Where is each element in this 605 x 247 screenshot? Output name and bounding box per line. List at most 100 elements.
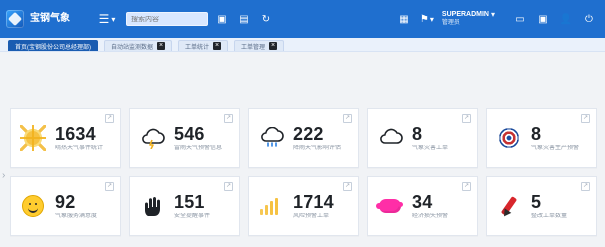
topbar-actions: ▦ ⚑ ▾ SUPERADMIN ▾ 管理员 ▭ ▣ 👤 ⏻ xyxy=(396,11,597,27)
pig-icon xyxy=(376,192,404,220)
open-icon[interactable]: ↗ xyxy=(224,114,233,123)
stat-card[interactable]: ↗ 34 经济损失预警 xyxy=(367,176,478,236)
stat-card[interactable]: ↗ 92 气象服务满意度 xyxy=(10,176,121,236)
user-name: SUPERADMIN xyxy=(441,11,489,18)
user-menu[interactable]: SUPERADMIN ▾ 管理员 xyxy=(442,11,495,27)
user-menu-caret-icon: ▾ xyxy=(490,10,495,19)
stat-meta: 8 气象灾害工单 xyxy=(412,125,448,152)
clipboard-icon: ▦ xyxy=(399,13,409,25)
stat-meta: 1634 晴热天气事件统计 xyxy=(55,125,103,152)
search-button[interactable]: ▣ xyxy=(214,11,230,27)
tab-home[interactable]: 首页(宝钢股份公司总经理部) × xyxy=(8,40,98,51)
open-icon[interactable]: ↗ xyxy=(462,114,471,123)
stat-label: 安全提醒事件 xyxy=(174,212,211,219)
smile-icon xyxy=(28,205,38,213)
grid-icon: ▣ xyxy=(538,13,548,25)
stat-value: 8 xyxy=(412,123,423,144)
stat-card[interactable]: ↗ 8 气象灾害生产预警 xyxy=(486,108,597,168)
stat-meta: 222 降雨天气影响评估 xyxy=(293,125,341,152)
sidebar-toggle-icon[interactable]: › xyxy=(2,170,8,182)
stat-label: 气象服务满意度 xyxy=(55,212,98,219)
open-icon[interactable]: ↗ xyxy=(581,114,590,123)
sun-icon-graphic xyxy=(20,125,46,151)
open-icon[interactable]: ↗ xyxy=(105,182,114,191)
stat-card[interactable]: ↗ 151 安全提醒事件 xyxy=(129,176,240,236)
stat-value: 92 xyxy=(55,191,76,212)
target-icon xyxy=(495,124,523,152)
search-box[interactable] xyxy=(126,12,208,26)
stat-label: 整改工单数量 xyxy=(531,212,568,219)
cloud-icon xyxy=(376,124,404,152)
brand-logo-icon xyxy=(6,10,24,28)
grid-button[interactable]: ▣ xyxy=(535,11,551,27)
tab-station-data[interactable]: 自动站监测数据 × xyxy=(104,40,173,51)
logout-icon: ⏻ xyxy=(585,13,593,25)
smiley-icon xyxy=(19,192,47,220)
print-button[interactable]: ▤ xyxy=(236,11,252,27)
stat-meta: 8 气象灾害生产预警 xyxy=(531,125,579,152)
open-icon[interactable]: ↗ xyxy=(224,182,233,191)
rain-cloud-icon xyxy=(257,124,285,152)
stat-card[interactable]: ↗ 8 气象灾害工单 xyxy=(367,108,478,168)
storm-cloud-icon xyxy=(138,124,166,152)
close-icon[interactable]: × xyxy=(213,42,222,50)
cloud-svg xyxy=(380,128,403,144)
stat-value: 151 xyxy=(174,191,205,212)
sun-icon xyxy=(19,124,47,152)
stat-label: 气象灾害工单 xyxy=(412,144,449,151)
sun-core-icon xyxy=(24,129,42,147)
user-role: 管理员 xyxy=(441,20,460,26)
bars-graphic-icon xyxy=(260,197,282,215)
stat-card[interactable]: ↗ 1634 晴热天气事件统计 xyxy=(10,108,121,168)
target-graphic-icon xyxy=(499,128,519,148)
storm-cloud-svg xyxy=(142,128,165,149)
open-icon[interactable]: ↗ xyxy=(343,114,352,123)
hand-icon xyxy=(138,192,166,220)
stat-meta: 151 安全提醒事件 xyxy=(174,193,210,220)
stat-card[interactable]: ↗ 5 整改工单数量 xyxy=(486,176,597,236)
open-icon[interactable]: ↗ xyxy=(462,182,471,191)
refresh-button[interactable]: ↻ xyxy=(258,11,274,27)
menu-icon: ☰ xyxy=(98,12,110,26)
tab-label: 自动站监测数据 xyxy=(111,44,154,51)
open-icon[interactable]: ↗ xyxy=(343,182,352,191)
open-icon[interactable]: ↗ xyxy=(105,114,114,123)
bars-icon xyxy=(257,192,285,220)
stat-card[interactable]: ↗ 1714 风险预警工单 xyxy=(248,176,359,236)
calendar-button[interactable]: ▭ xyxy=(512,11,528,27)
logout-button[interactable]: ⏻ xyxy=(581,11,597,27)
clipboard-button[interactable]: ▦ xyxy=(396,11,412,27)
close-icon[interactable]: × xyxy=(157,42,166,50)
users-button[interactable]: 👤 xyxy=(558,11,574,27)
stat-value: 1634 xyxy=(55,123,96,144)
tab-label: 首页(宝钢股份公司总经理部) xyxy=(15,44,91,51)
search-icon: ▣ xyxy=(217,13,227,25)
tab-work-order-stats[interactable]: 工单统计 × xyxy=(178,40,229,51)
close-icon[interactable]: × xyxy=(269,42,278,50)
stat-card[interactable]: ↗ 222 降雨天气影响评估 xyxy=(248,108,359,168)
menu-button[interactable]: ☰ ▾ xyxy=(98,10,116,28)
flag-caret-icon: ▾ xyxy=(429,14,434,24)
hand-svg xyxy=(145,197,160,216)
stat-card[interactable]: ↗ 546 雷雨天气预警信息 xyxy=(129,108,240,168)
tab-label: 工单统计 xyxy=(185,44,210,51)
users-icon: 👤 xyxy=(559,13,573,25)
pen-icon xyxy=(495,192,523,220)
brand-title: 宝钢气象 xyxy=(30,12,70,24)
stat-value: 222 xyxy=(293,123,324,144)
stat-value: 546 xyxy=(174,123,205,144)
open-icon[interactable]: ↗ xyxy=(581,182,590,191)
flag-icon: ⚑ xyxy=(419,13,429,25)
rain-cloud-svg xyxy=(261,127,284,147)
brand: 宝钢气象 xyxy=(6,10,90,28)
stat-label: 气象灾害生产预警 xyxy=(531,144,580,151)
stat-value: 1714 xyxy=(293,191,334,212)
stat-label: 经济损失预警 xyxy=(412,212,449,219)
flag-button[interactable]: ⚑ ▾ xyxy=(419,11,435,27)
tab-work-order-manage[interactable]: 工单管理 × xyxy=(234,40,285,51)
stat-meta: 1714 风险预警工单 xyxy=(293,193,334,220)
tab-label: 工单管理 xyxy=(241,44,266,51)
search-input[interactable] xyxy=(131,15,203,23)
calendar-icon: ▭ xyxy=(515,13,525,25)
tabs-bar: 首页(宝钢股份公司总经理部) × 自动站监测数据 × 工单统计 × 工单管理 × xyxy=(0,38,605,52)
